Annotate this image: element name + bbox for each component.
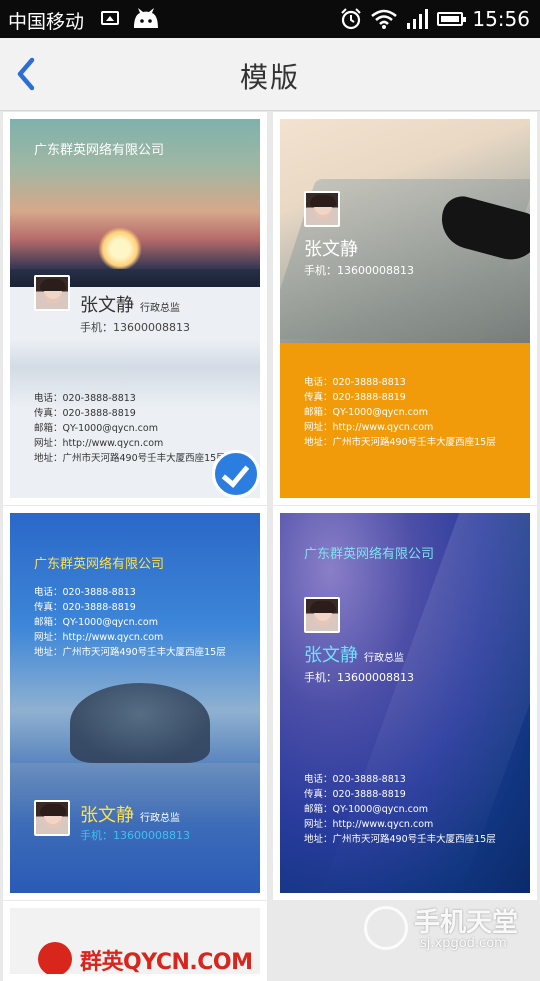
battery-icon — [437, 12, 467, 26]
alarm-icon — [341, 8, 362, 30]
wifi-icon — [371, 9, 398, 29]
carrier-label: 中国移动 — [8, 11, 85, 33]
mobile-number: 手机：13600008813 — [80, 829, 190, 842]
template-preview: 群英QYCN.COM — [10, 908, 260, 974]
status-bar: 中国移动 15:56 — [0, 0, 540, 38]
cat-icon — [134, 8, 158, 28]
contact-info: 电话：020-3888-8813 传真：020-3888-8819 邮箱：QY-… — [304, 377, 496, 448]
contact-info: 电话：020-3888-8813 传真：020-3888-8819 邮箱：QY-… — [34, 393, 226, 464]
logo-text: 群英QYCN.COM — [80, 950, 253, 974]
mobile-number: 手机：13600008813 — [304, 671, 414, 684]
signal-icon — [407, 9, 429, 29]
avatar — [304, 191, 340, 227]
avatar — [34, 275, 70, 311]
page-title: 模版 — [239, 61, 300, 94]
person-name: 张文静 行政总监 — [304, 645, 404, 666]
rock-image — [70, 683, 210, 763]
person-name: 张文静 行政总监 — [80, 805, 180, 826]
contact-info: 电话：020-3888-8813 传真：020-3888-8819 邮箱：QY-… — [304, 774, 496, 845]
template-preview: 广东群英网络有限公司 张文静 行政总监 手机：13600008813 电话：020… — [10, 119, 260, 498]
avatar — [34, 800, 70, 836]
template-card-1[interactable]: 广东群英网络有限公司 张文静 行政总监 手机：13600008813 电话：020… — [3, 112, 267, 505]
selected-check-icon — [212, 450, 260, 498]
clock: 15:56 — [472, 7, 530, 31]
template-grid: 广东群英网络有限公司 张文静 行政总监 手机：13600008813 电话：020… — [0, 111, 540, 981]
template-preview: 广东群英网络有限公司 张文静 行政总监 手机：13600008813 电话：020… — [280, 513, 530, 893]
mobile-number: 手机：13600008813 — [304, 264, 414, 277]
template-card-2[interactable]: 张文静 手机：13600008813 电话：020-3888-8813 传真：0… — [273, 112, 537, 505]
watermark: 手机天堂 sj.xpgod.com — [364, 900, 534, 958]
person-name: 张文静 行政总监 — [80, 295, 180, 316]
sun-image — [98, 227, 142, 271]
title-bar: 模版 — [0, 38, 540, 111]
template-preview: 张文静 手机：13600008813 电话：020-3888-8813 传真：0… — [280, 119, 530, 498]
logo-icon — [38, 942, 72, 974]
template-card-5[interactable]: 群英QYCN.COM — [3, 901, 267, 981]
watermark-title: 手机天堂 — [414, 908, 519, 938]
image-icon — [101, 11, 119, 25]
company-name: 广东群英网络有限公司 — [34, 557, 165, 572]
template-card-4[interactable]: 广东群英网络有限公司 张文静 行政总监 手机：13600008813 电话：020… — [273, 506, 537, 900]
template-preview: 广东群英网络有限公司 电话：020-3888-8813 传真：020-3888-… — [10, 513, 260, 893]
company-name: 广东群英网络有限公司 — [304, 547, 435, 562]
company-name: 广东群英网络有限公司 — [34, 143, 165, 158]
avatar — [304, 597, 340, 633]
mobile-number: 手机：13600008813 — [80, 321, 190, 334]
person-name: 张文静 — [304, 239, 358, 260]
contact-info: 电话：020-3888-8813 传真：020-3888-8819 邮箱：QY-… — [34, 587, 226, 658]
watermark-logo-icon — [364, 906, 408, 950]
watermark-url: sj.xpgod.com — [420, 936, 507, 951]
template-card-3[interactable]: 广东群英网络有限公司 电话：020-3888-8813 传真：020-3888-… — [3, 506, 267, 900]
